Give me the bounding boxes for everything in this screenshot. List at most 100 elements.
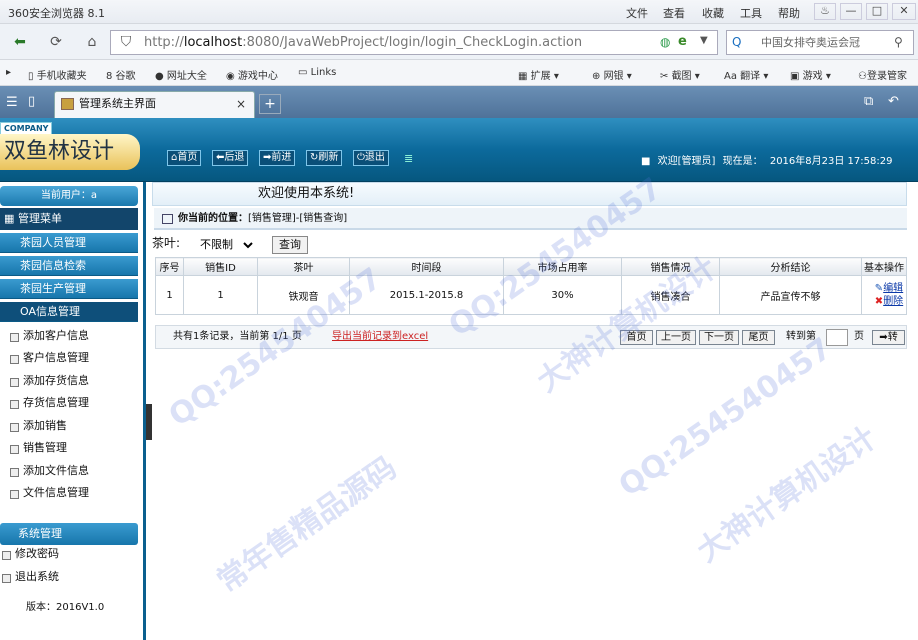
fav-game-center[interactable]: ◉ 游戏中心 [226,67,278,82]
tool-screenshot[interactable]: ✂ 截图 ▾ [660,67,700,82]
browser-title: 360安全浏览器 8.1 [8,7,105,20]
table-header-row: 序号 销售ID 茶叶 时间段 市场占用率 销售情况 分析结论 基本操作 [155,257,907,276]
sidebar-item-sale-manage[interactable]: 销售管理 [10,439,67,457]
new-tab-icon[interactable]: + [259,94,281,114]
breadcrumb-label: 你当前的位置： [178,213,248,224]
sidebar-item-file-manage[interactable]: 文件信息管理 [10,484,89,502]
sidebar-group-system[interactable]: 系统管理 [0,523,138,545]
export-excel-link[interactable]: 导出当前记录到excel [332,326,428,348]
undo-icon[interactable]: ↶ [888,94,899,109]
recent-icon[interactable]: ▯ [28,94,35,109]
location-icon [162,214,173,224]
restore-icon[interactable]: ⧉ [864,94,873,109]
maximize-icon[interactable]: □ [866,3,888,20]
fav-links[interactable]: ▭ Links [298,67,336,78]
delete-icon[interactable]: ✖ [875,296,883,307]
sidebar-item-add-file[interactable]: 添加文件信息 [10,462,89,480]
menu-view[interactable]: 查看 [663,5,685,21]
sidebar-item-label: 茶园人员管理 [20,236,86,249]
prev-page-button[interactable]: 上一页 [656,330,696,345]
tab-list-icon[interactable]: ☰ [6,95,18,110]
welcome-banner: 欢迎使用本系统! [152,182,907,206]
url-input[interactable]: http://localhost:8080/JavaWebProject/log… [110,30,718,55]
tool-login-manager[interactable]: ⚇登录管家 [858,67,907,82]
search-icon[interactable]: ⚲ [894,35,903,49]
logo: 双鱼林设计 [0,134,140,170]
sidebar-item-label: OA信息管理 [20,305,80,318]
menu-tools[interactable]: 工具 [740,5,762,21]
search-text: 中国女排夺奥运会冠 [761,36,860,49]
sidebar-item-add-stock[interactable]: 添加存货信息 [10,372,89,390]
minimize-icon[interactable]: — [840,3,862,20]
query-button[interactable]: 查询 [272,236,308,254]
close-window-icon[interactable]: ✕ [892,3,916,20]
fav-mobile[interactable]: ▯ 手机收藏夹 [28,67,87,82]
current-datetime: 2016年8月23日 17:58:29 [769,156,893,167]
page-favicon-icon [61,98,74,110]
sidebar-group-search[interactable]: 茶园信息检索 [0,256,138,276]
cell-market-share: 30% [503,275,622,315]
home-button[interactable]: ⌂首页 [167,150,202,166]
sidebar-group-staff[interactable]: 茶园人员管理 [0,233,138,253]
speed-mode-icon[interactable]: ◍ [660,35,670,49]
search-input[interactable]: 中国女排夺奥运会冠 [726,30,914,55]
tea-filter-select[interactable]: 不限制 [196,236,256,254]
next-page-button[interactable]: 下一页 [699,330,739,345]
last-page-button[interactable]: 尾页 [742,330,775,345]
sidebar-item-add-customer[interactable]: 添加客户信息 [10,327,89,345]
sidebar-item-add-sale[interactable]: 添加销售 [10,417,67,435]
skin-icon[interactable]: ♨ [814,3,836,20]
menu-file[interactable]: 文件 [626,5,648,21]
fav-google[interactable]: 8 谷歌 [106,67,136,82]
tab-close-icon[interactable]: × [236,92,246,116]
edit-icon[interactable]: ✎ [875,283,883,294]
sidebar-group-production[interactable]: 茶园生产管理 [0,279,138,299]
sidebar: 当前用户：a ▦ 管理菜单 茶园人员管理 茶园信息检索 茶园生产管理 OA信息管理… [0,182,146,640]
col-conclusion: 分析结论 [719,257,862,276]
forward-button[interactable]: ➡前进 [259,150,296,166]
menu-title: ▦ 管理菜单 [0,208,138,230]
grip-icon: ≣ [404,152,414,165]
menu-help[interactable]: 帮助 [778,5,800,21]
breadcrumb: 你当前的位置：[销售管理]-[销售查询] [154,208,907,230]
go-button[interactable]: ➡转 [872,330,905,345]
refresh-icon[interactable]: ⟳ [44,31,68,53]
tool-extensions[interactable]: ▦ 扩展 ▾ [518,67,559,82]
current-user: 当前用户：a [0,186,138,206]
col-sales-status: 销售情况 [621,257,720,276]
fav-site-nav[interactable]: ● 网址大全 [155,67,207,82]
tool-games[interactable]: ▣ 游戏 ▾ [790,67,831,82]
pager: 共有1条记录，当前第 1/1 页 导出当前记录到excel 首页 上一页 下一页… [155,325,907,349]
sidebar-item-change-password[interactable]: 修改密码 [2,545,59,563]
search-engine-icon[interactable]: Q [732,35,741,49]
version-text: 版本：2016V1.0 [26,602,105,613]
sidebar-group-oa[interactable]: OA信息管理 [0,302,138,322]
sidebar-item-stock-manage[interactable]: 存货信息管理 [10,394,89,412]
header-info: ■ 欢迎[管理员] 现在是： 2016年8月23日 17:58:29 [641,152,896,167]
col-sale-id: 销售ID [183,257,258,276]
sidebar-item-exit[interactable]: 退出系统 [2,568,59,586]
delete-link[interactable]: 删除 [883,296,903,307]
col-actions: 基本操作 [861,257,907,276]
back-button[interactable]: ⬅后退 [212,150,249,166]
refresh-button[interactable]: ↻刷新 [306,150,343,166]
page-number-input[interactable] [826,329,848,346]
edit-link[interactable]: 编辑 [883,283,903,294]
tool-banking[interactable]: ⊕ 网银 ▾ [592,67,632,82]
menu-favorites[interactable]: 收藏 [702,5,724,21]
logout-button[interactable]: ⏻退出 [353,150,389,166]
record-summary: 共有1条记录，当前第 1/1 页 [173,331,302,342]
tool-translate[interactable]: Aa 翻译 ▾ [724,67,768,82]
home-icon[interactable]: ⌂ [80,31,104,53]
first-page-button[interactable]: 首页 [620,330,653,345]
favorites-arrow-icon[interactable]: ▸ [6,67,11,78]
table-row: 1 1 铁观音 2015.1-2015.8 30% 销售凑合 产品宣传不够 ✎编… [155,275,907,315]
tab-main[interactable]: 管理系统主界面 × [54,91,255,118]
sidebar-item-customer-manage[interactable]: 客户信息管理 [10,349,89,367]
back-icon[interactable]: ⬅ [8,31,32,53]
app-header: COMPANY 双鱼林设计 ⌂首页 ⬅后退 ➡前进 ↻刷新 ⏻退出 ≣ ■ 欢迎… [0,118,918,182]
ie-mode-icon[interactable]: e [678,34,687,49]
col-market-share: 市场占用率 [503,257,622,276]
url-dropdown-icon[interactable]: ▼ [700,35,708,46]
cell-sales-status: 销售凑合 [621,275,720,315]
